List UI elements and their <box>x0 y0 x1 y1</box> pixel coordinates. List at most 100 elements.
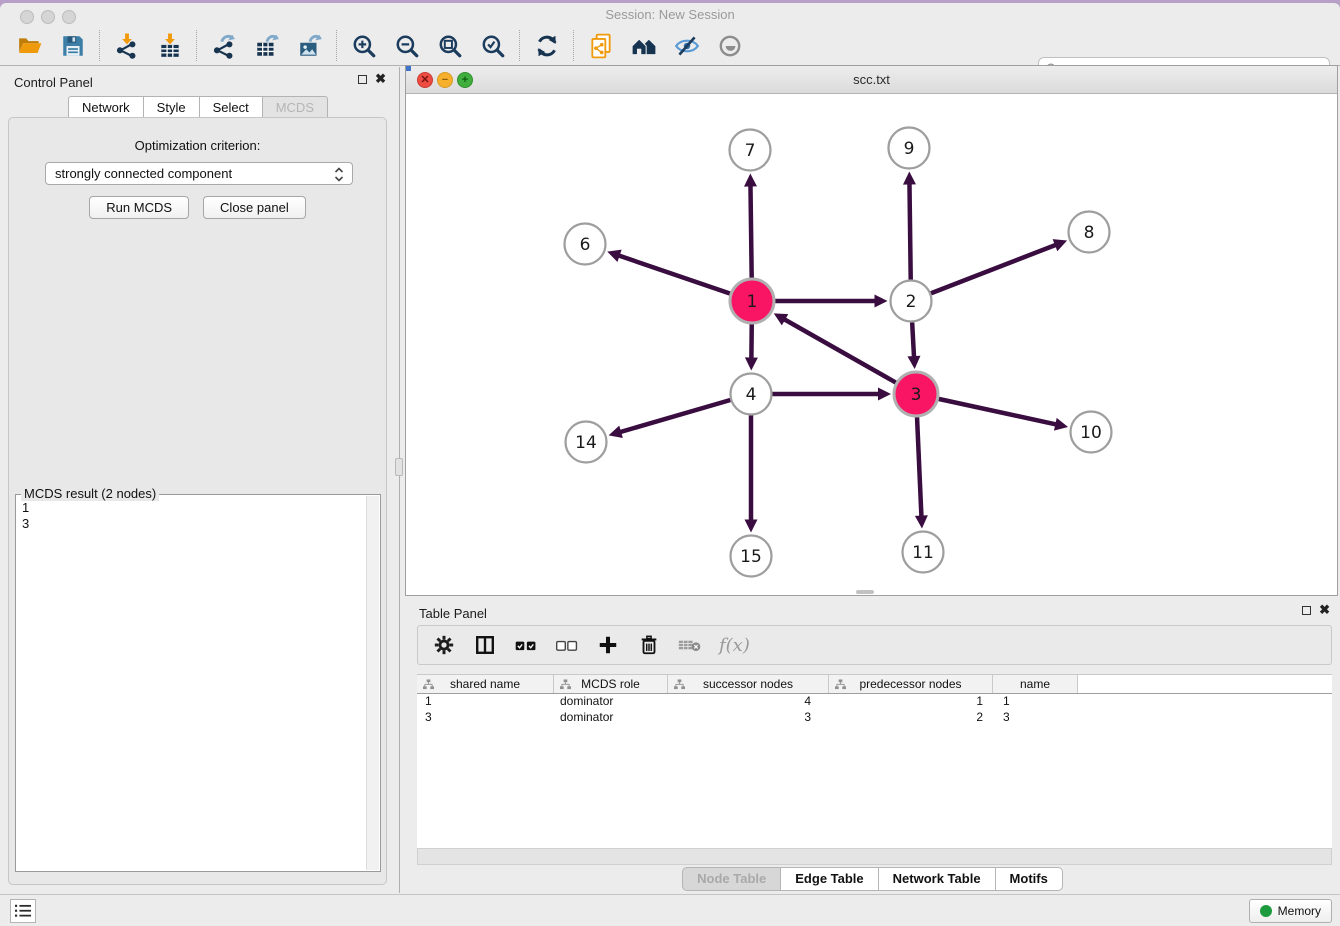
table-panel-close-icon[interactable]: ✖ <box>1319 605 1330 615</box>
table-tab-edge-table[interactable]: Edge Table <box>781 867 878 891</box>
graph-edge-arrowhead <box>903 171 916 184</box>
export-table-button[interactable] <box>245 28 288 64</box>
table-cell[interactable]: dominator <box>554 694 668 710</box>
table-settings-button[interactable] <box>432 633 456 657</box>
import-table-icon <box>157 33 183 59</box>
unchecked-boxes-icon <box>555 634 579 656</box>
toolbar-separator <box>196 30 197 61</box>
fx-icon: f(x) <box>719 635 750 656</box>
save-session-button[interactable] <box>51 28 94 64</box>
hide-selected-button[interactable] <box>665 28 708 64</box>
import-table-button[interactable] <box>148 28 191 64</box>
graph-edge-arrowhead <box>745 520 758 533</box>
zoom-out-button[interactable] <box>385 28 428 64</box>
column-header-successor-nodes[interactable]: successor nodes <box>668 675 829 693</box>
table-cell[interactable]: 1 <box>993 694 1078 710</box>
graph-edge-2-3[interactable] <box>912 322 914 358</box>
mcds-result-box: MCDS result (2 nodes) 13 <box>15 494 381 872</box>
graph-node-label-11: 11 <box>912 543 934 563</box>
refresh-view-button[interactable] <box>525 28 568 64</box>
table-row[interactable]: 3dominator323 <box>417 710 1332 726</box>
memory-button[interactable]: Memory <box>1249 899 1332 923</box>
columns-icon <box>474 634 496 656</box>
table-panel-float-icon[interactable] <box>1302 606 1311 615</box>
unselect-all-columns-button[interactable] <box>555 633 579 657</box>
table-cell[interactable]: 3 <box>668 710 829 726</box>
graph-edge-arrowhead <box>907 356 920 369</box>
table-tab-motifs[interactable]: Motifs <box>996 867 1063 891</box>
first-neighbors-button[interactable] <box>622 28 665 64</box>
graph-edge-1-6[interactable] <box>618 255 731 293</box>
graph-edge-arrowhead <box>744 173 757 186</box>
table-cell[interactable]: dominator <box>554 710 668 726</box>
control-panel: Control Panel ✖ NetworkStyleSelectMCDS O… <box>0 67 396 893</box>
result-scrollbar[interactable] <box>366 496 379 870</box>
graph-edge-3-11[interactable] <box>917 417 921 518</box>
delete-table-button[interactable] <box>678 633 702 657</box>
close-panel-button[interactable]: Close panel <box>203 196 306 219</box>
network-view-titlebar[interactable]: ✕ − + scc.txt <box>406 66 1337 94</box>
zoom-selected-button[interactable] <box>471 28 514 64</box>
zoom-out-icon <box>394 33 420 59</box>
table-cell[interactable]: 1 <box>829 694 993 710</box>
graph-node-label-2: 2 <box>906 292 917 312</box>
toolbar-separator <box>519 30 520 61</box>
table-tab-network-table[interactable]: Network Table <box>879 867 996 891</box>
graph-node-label-3: 3 <box>911 385 922 405</box>
graph-edge-3-1[interactable] <box>783 319 896 383</box>
table-cell[interactable]: 1 <box>417 694 554 710</box>
table-cell[interactable]: 4 <box>668 694 829 710</box>
graph-edge-2-9[interactable] <box>909 182 910 279</box>
graph-node-label-4: 4 <box>746 385 757 405</box>
show-all-button[interactable] <box>708 28 751 64</box>
table-cell[interactable]: 3 <box>417 710 554 726</box>
export-network-button[interactable] <box>202 28 245 64</box>
table-cell[interactable]: 2 <box>829 710 993 726</box>
task-history-button[interactable] <box>10 899 36 923</box>
table-cell[interactable]: 3 <box>993 710 1078 726</box>
graph-edge-2-8[interactable] <box>931 244 1057 293</box>
zoom-fit-button[interactable] <box>428 28 471 64</box>
show-column-panel-button[interactable] <box>473 633 497 657</box>
titlebar: Session: New Session <box>0 3 1340 26</box>
zoom-fit-icon <box>437 33 463 59</box>
column-header-shared-name[interactable]: shared name <box>417 675 554 693</box>
zoom-in-button[interactable] <box>342 28 385 64</box>
network-view-title: scc.txt <box>406 72 1337 87</box>
panel-divider-handle[interactable] <box>395 458 403 476</box>
graph-edge-1-7[interactable] <box>750 184 751 278</box>
add-column-button[interactable] <box>596 633 620 657</box>
criterion-dropdown[interactable]: strongly connected component <box>45 162 353 185</box>
export-image-button[interactable] <box>288 28 331 64</box>
network-canvas[interactable]: 1234678910111415 <box>406 94 1337 595</box>
graph-edge-3-10[interactable] <box>938 399 1057 425</box>
control-panel-close-icon[interactable]: ✖ <box>375 74 386 84</box>
houses-icon <box>631 33 657 59</box>
column-header-name[interactable]: name <box>993 675 1078 693</box>
graph-node-label-15: 15 <box>740 547 762 567</box>
run-mcds-button[interactable]: Run MCDS <box>89 196 189 219</box>
toolbar-separator <box>573 30 574 61</box>
control-panel-float-icon[interactable] <box>358 75 367 84</box>
export-network-icon <box>211 33 237 59</box>
function-builder-button[interactable]: f(x) <box>719 633 750 657</box>
graph-edge-4-14[interactable] <box>619 400 730 432</box>
column-header-MCDS-role[interactable]: MCDS role <box>554 675 668 693</box>
new-network-from-selection-button[interactable] <box>579 28 622 64</box>
active-view-corner-mark <box>406 66 411 71</box>
table-row[interactable]: 1dominator411 <box>417 694 1332 710</box>
column-header-predecessor-nodes[interactable]: predecessor nodes <box>829 675 993 693</box>
table-hscrollbar[interactable] <box>417 848 1332 865</box>
graph-hscrollbar[interactable] <box>856 590 874 594</box>
optimization-criterion-label: Optimization criterion: <box>9 138 386 153</box>
graph-edge-arrowhead <box>915 515 928 528</box>
mcds-result-item: 1 <box>22 500 364 516</box>
select-all-columns-button[interactable] <box>514 633 538 657</box>
delete-columns-button[interactable] <box>637 633 661 657</box>
import-network-button[interactable] <box>105 28 148 64</box>
table-tab-node-table[interactable]: Node Table <box>682 867 781 891</box>
open-session-button[interactable] <box>8 28 51 64</box>
mcds-result-item: 3 <box>22 516 364 532</box>
graph-node-label-14: 14 <box>575 433 597 453</box>
eye-slash-icon <box>674 33 700 59</box>
